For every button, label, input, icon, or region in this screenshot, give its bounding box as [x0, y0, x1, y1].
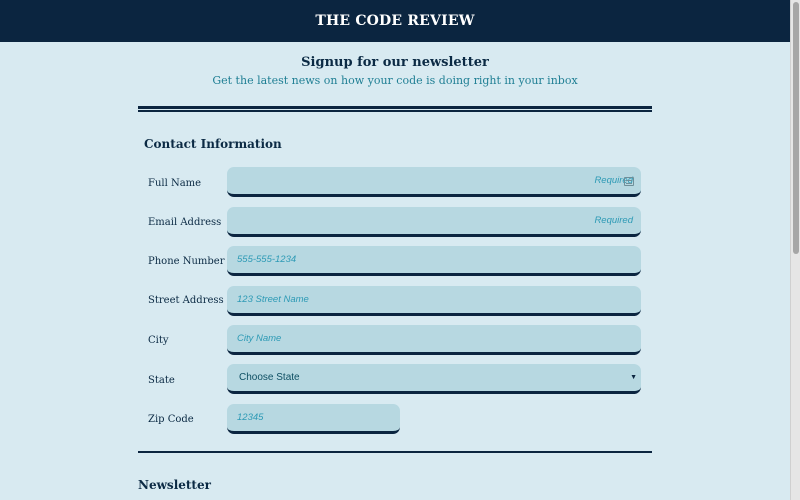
vertical-scrollbar[interactable] [790, 0, 800, 500]
city-placeholder: City Name [237, 333, 282, 344]
street-label: Street Address [148, 295, 224, 306]
city-label: City [148, 335, 169, 346]
page: THE CODE REVIEW Signup for our newslette… [0, 0, 800, 500]
state-label: State [148, 375, 175, 386]
signup-subtitle: Get the latest news on how your code is … [212, 74, 578, 87]
zip-input[interactable]: 12345 [227, 404, 400, 434]
state-select[interactable]: Choose State ▼ [227, 364, 641, 394]
city-input[interactable]: City Name [227, 325, 641, 355]
caret-down-icon: ▼ [630, 374, 637, 381]
phone-input[interactable]: 555-555-1234 [227, 246, 641, 276]
street-placeholder: 123 Street Name [237, 294, 309, 305]
email-placeholder: Required [594, 215, 633, 226]
site-header: THE CODE REVIEW [0, 0, 790, 42]
scrollbar-thumb[interactable] [793, 2, 799, 254]
signup-title: Signup for our newsletter [301, 55, 489, 70]
contact-card-icon[interactable] [624, 177, 634, 186]
contact-heading: Contact Information [144, 137, 282, 151]
email-label: Email Address [148, 217, 222, 228]
double-divider [138, 106, 652, 112]
full-name-input[interactable]: Required [227, 167, 641, 197]
section-divider [138, 451, 652, 453]
zip-placeholder: 12345 [237, 412, 264, 423]
street-input[interactable]: 123 Street Name [227, 286, 641, 316]
newsletter-heading: Newsletter [138, 478, 211, 492]
state-selected-value: Choose State [239, 372, 300, 383]
phone-label: Phone Number [148, 256, 225, 267]
phone-placeholder: 555-555-1234 [237, 254, 297, 265]
full-name-label: Full Name [148, 178, 202, 189]
zip-label: Zip Code [148, 414, 194, 425]
email-input[interactable]: Required [227, 207, 641, 237]
site-title[interactable]: THE CODE REVIEW [315, 13, 474, 29]
